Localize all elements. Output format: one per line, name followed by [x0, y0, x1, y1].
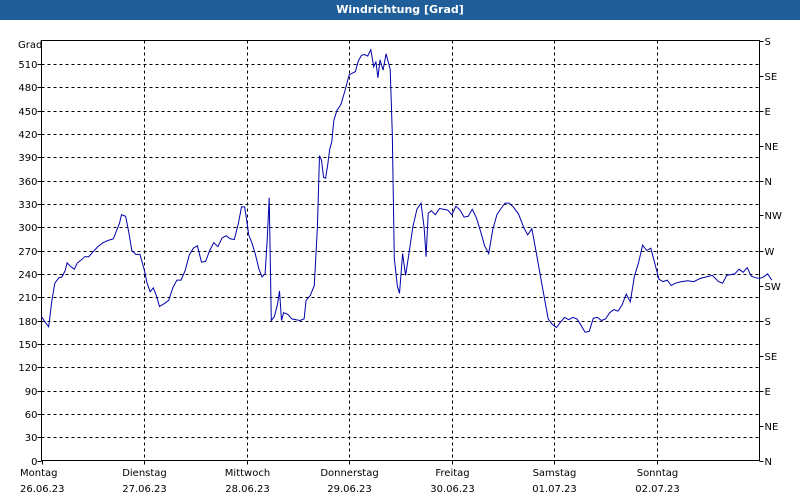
x-tick-day: Samstag: [533, 468, 577, 479]
y-tick-label: 120: [18, 363, 37, 374]
right-tick-label: S: [765, 37, 771, 48]
right-tick-label: NE: [765, 142, 779, 153]
y-tick-label: 30: [25, 433, 38, 444]
y-tick-label: 420: [18, 130, 37, 141]
right-axis: N NE E SE S SW W NW N NE E SE S: [759, 37, 782, 468]
y-tick-label: 450: [18, 107, 37, 118]
y-tick-label: 390: [18, 153, 37, 164]
right-tick-label: SE: [765, 72, 778, 83]
y-tick-label: 240: [18, 270, 37, 281]
y-tick-label: 330: [18, 200, 37, 211]
x-tick-date: 02.07.23: [635, 484, 680, 495]
x-tick-date: 01.07.23: [532, 484, 577, 495]
y-tick-label: 510: [18, 60, 37, 71]
right-tick-label: S: [765, 317, 771, 328]
x-axis: Montag 26.06.23 Dienstag 27.06.23 Mittwoch 28…: [20, 460, 680, 495]
left-axis: 0 30 60 90 120 150 180 210 240 270 300 330 360 390 420…: [18, 60, 42, 468]
y-tick-label: 60: [25, 410, 38, 421]
x-tick-date: 29.06.23: [327, 484, 372, 495]
y-tick-label: 210: [18, 293, 37, 304]
y-tick-label: 0: [31, 457, 37, 468]
right-tick-label: SE: [765, 352, 778, 363]
y-tick-label: 270: [18, 247, 37, 258]
x-tick-date: 28.06.23: [225, 484, 270, 495]
right-tick-label: E: [765, 387, 771, 398]
right-tick-label: E: [765, 107, 771, 118]
y-axis-label: Grad: [18, 40, 42, 51]
right-tick-label: SW: [765, 282, 781, 293]
x-tick-date: 27.06.23: [122, 484, 167, 495]
x-tick-date: 30.06.23: [430, 484, 475, 495]
y-tick-label: 300: [18, 223, 37, 234]
y-tick-label: 360: [18, 177, 37, 188]
y-tick-label: 150: [18, 340, 37, 351]
x-tick-day: Mittwoch: [225, 468, 270, 479]
x-tick-day: Freitag: [435, 468, 469, 479]
y-tick-label: 90: [25, 387, 38, 398]
right-tick-label: NW: [765, 211, 782, 222]
x-tick-date: 26.06.23: [20, 484, 65, 495]
right-tick-label: N: [765, 457, 772, 468]
right-tick-label: NE: [765, 422, 779, 433]
y-tick-label: 180: [18, 317, 37, 328]
right-tick-label: N: [765, 177, 772, 188]
right-tick-label: W: [765, 247, 775, 258]
x-tick-day: Donnerstag: [320, 468, 378, 479]
wind-direction-chart: 0 30 60 90 120 150 180 210 240 270 300 330 360 390 420…: [18, 37, 782, 495]
x-tick-day: Dienstag: [122, 468, 167, 479]
x-tick-day: Montag: [20, 468, 57, 479]
x-tick-day: Sonntag: [637, 468, 679, 479]
y-tick-label: 480: [18, 83, 37, 94]
